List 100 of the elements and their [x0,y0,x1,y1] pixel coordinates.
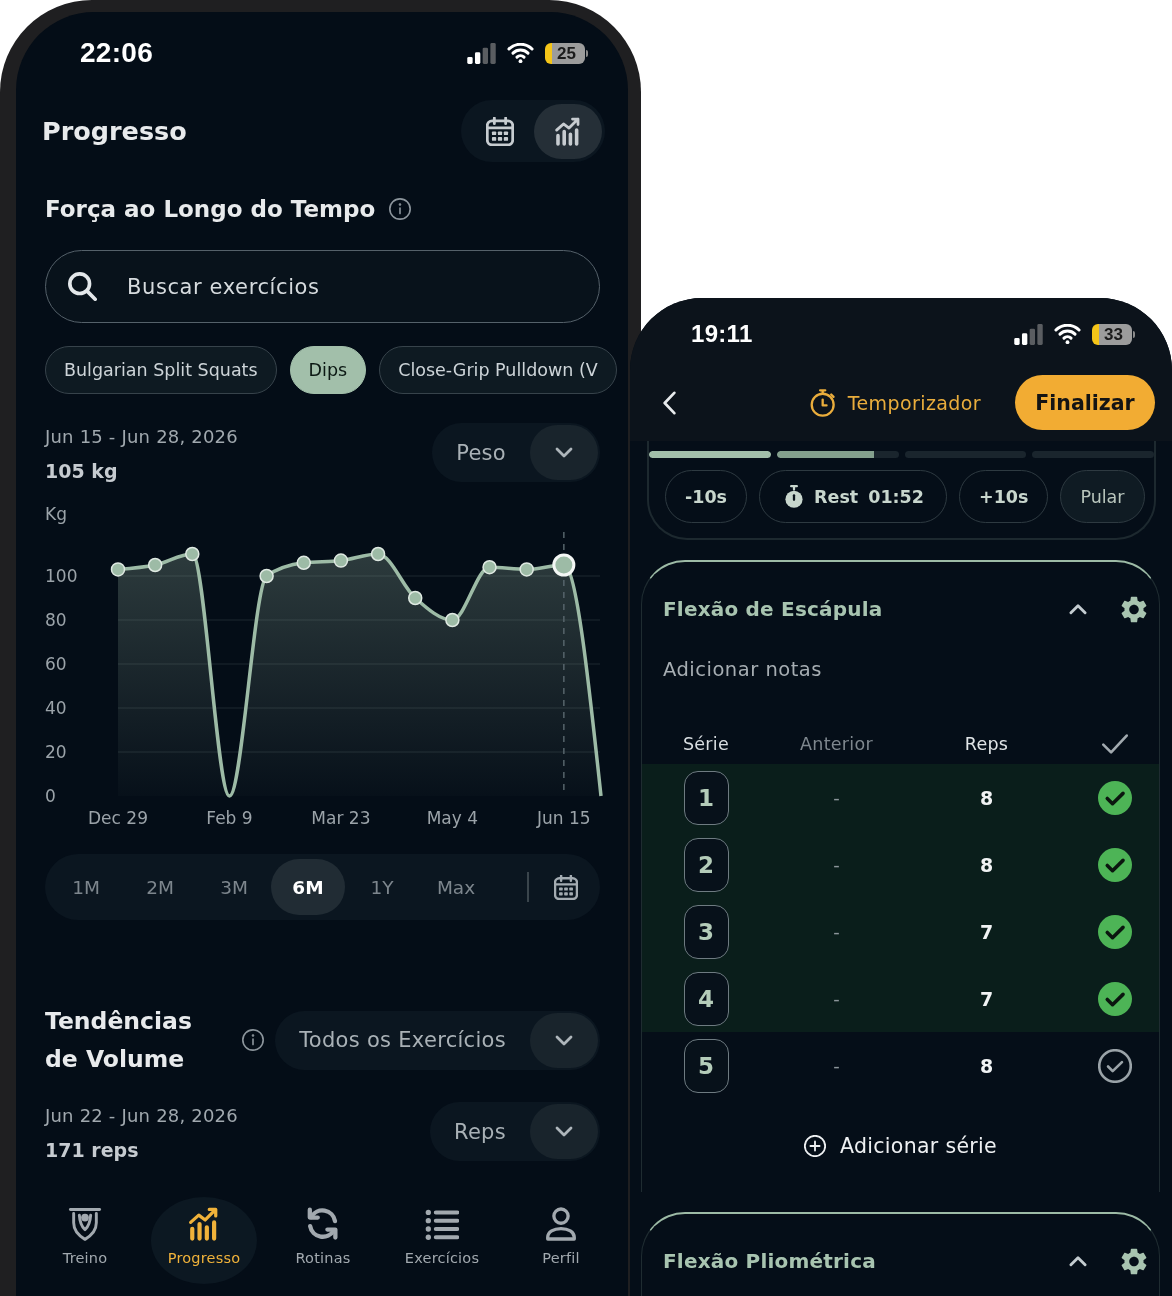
nav-item[interactable]: Perfil [508,1197,614,1284]
set-number[interactable]: 2 [683,837,729,892]
gear-icon[interactable] [1121,1247,1147,1275]
y-tick-label: 20 [45,742,67,762]
signal-icon [1013,323,1043,345]
total-value: 171 reps [45,1138,140,1163]
data-point [296,555,311,571]
check-circle-icon[interactable] [1097,914,1132,949]
nav-item[interactable]: Rotinas [270,1197,376,1284]
chevron-up-icon[interactable] [1069,1255,1087,1267]
data-point [147,557,163,573]
battery-indicator: 33 [1091,323,1135,345]
column-header: Série [682,734,730,754]
metric-dropdown[interactable]: Reps [429,1102,600,1161]
add-set-button[interactable]: Adicionar série [804,1124,997,1168]
x-tick-label: May 4 [426,808,479,828]
previous-value: - [833,854,840,875]
range-option[interactable]: Max [419,859,493,915]
check-circle-icon[interactable] [1097,981,1132,1016]
range-option[interactable]: 1M [49,859,123,915]
data-point [519,562,534,577]
stopwatch-icon [809,388,836,417]
person-icon [544,1207,578,1241]
nav-item[interactable]: Progresso [151,1197,257,1284]
selected-point[interactable] [552,553,576,577]
wifi-icon [1053,324,1081,344]
range-option[interactable]: 2M [123,859,197,915]
range-option[interactable]: 1Y [345,859,419,915]
shield-icon [68,1207,102,1241]
check-circle-icon[interactable] [1097,780,1132,815]
signal-icon [466,42,496,64]
exercise-chip[interactable]: Close-Grip Pulldown (V [379,346,617,394]
timer-button[interactable]: Temporizador [809,388,981,417]
search-icon [68,272,97,301]
metric-dropdown[interactable]: Peso [432,423,600,482]
exercise-chip[interactable]: Dips [289,346,367,394]
refresh-icon [306,1207,340,1241]
previous-value: - [833,921,840,942]
calendar-icon [486,116,514,146]
calendar-icon [553,874,578,900]
chart-icon [554,116,582,146]
page-title: Progresso [42,116,187,146]
skip-button[interactable]: Pular [1060,470,1145,523]
data-point [482,559,497,575]
range-option[interactable]: 3M [197,859,271,915]
reps-value: 7 [979,920,994,943]
y-tick-label: 80 [45,610,67,630]
data-point [185,546,200,562]
chevron-up-icon[interactable] [1069,603,1087,615]
data-point [408,590,423,606]
data-point [445,612,460,628]
search-field[interactable]: Buscar exercícios [45,250,600,323]
exercise-chip[interactable]: Bulgarian Split Squats [45,346,277,394]
nav-item[interactable]: Treino [32,1197,138,1284]
chevron-left-icon [662,389,676,416]
gear-icon[interactable] [1121,595,1147,623]
info-icon[interactable] [389,198,412,220]
y-tick-label: 0 [45,786,56,806]
set-number[interactable]: 3 [683,904,729,959]
column-header: Anterior [799,734,874,754]
previous-value: - [833,787,840,808]
finish-button[interactable]: Finalizar [1015,375,1155,430]
stopwatch-icon [784,484,805,509]
reps-value: 8 [979,1054,994,1077]
info-icon[interactable] [242,1029,264,1051]
reps-value: 8 [979,853,994,876]
y-tick-label: 40 [45,698,67,718]
reps-value: 7 [979,987,994,1010]
status-time: 19:11 [691,320,753,348]
exercise-dropdown[interactable]: Todos os Exercícios [275,1010,600,1070]
chart-view-button[interactable] [534,103,602,159]
date-range: Jun 22 - Jun 28, 2026 [45,1104,238,1128]
y-tick-label: 100 [45,566,78,586]
chevron-down-icon [530,425,598,480]
search-input[interactable]: Buscar exercícios [127,266,569,307]
exercise-title: Flexão de Escápula [663,597,884,621]
battery-indicator: 25 [544,42,588,64]
axis-title: Kg [45,504,67,524]
data-point [333,553,349,568]
chevron-down-icon [530,1012,598,1068]
check-icon [1101,734,1128,754]
column-header: Reps [964,734,1009,754]
range-option[interactable]: 6M [271,859,345,915]
set-number[interactable]: 4 [683,971,729,1026]
reps-value: 8 [979,786,994,809]
x-tick-label: Mar 23 [311,808,371,828]
notes-field[interactable]: Adicionar notas [663,654,983,684]
x-tick-label: Feb 9 [206,808,253,828]
set-number[interactable]: 1 [683,770,729,825]
nav-item[interactable]: Exercícios [389,1197,495,1284]
set-number[interactable]: 5 [683,1038,729,1093]
total-value: 105 kg [45,459,119,484]
status-time: 22:06 [80,37,154,69]
data-point [110,562,126,577]
section-title: Força ao Longo do Tempo [45,196,376,222]
check-circle-icon[interactable] [1097,847,1132,882]
section-title: Tendências de Volume [45,1006,193,1075]
list-icon [425,1207,459,1241]
previous-value: - [833,1055,840,1076]
x-tick-label: Jun 15 [537,808,591,828]
